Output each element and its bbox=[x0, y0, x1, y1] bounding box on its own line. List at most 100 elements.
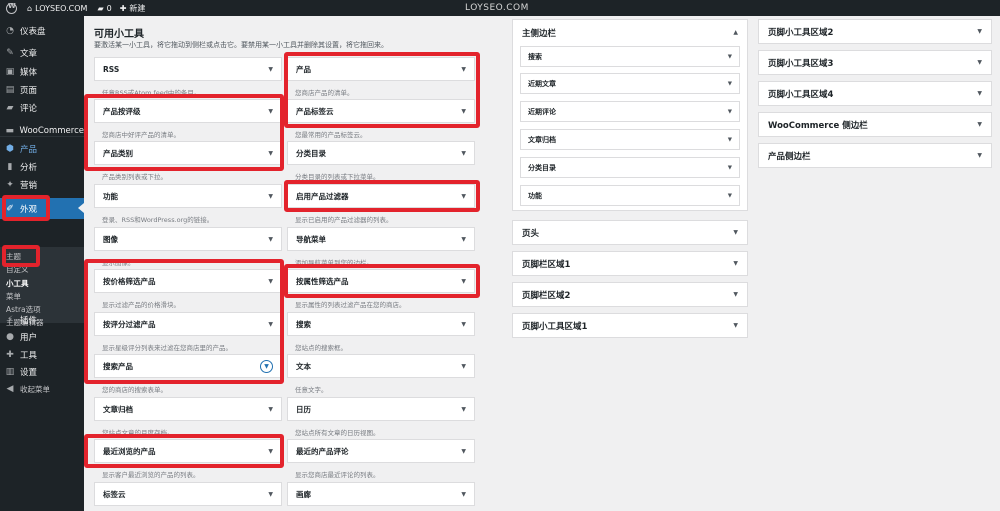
sidebar-item-users[interactable]: ● 用户 bbox=[0, 327, 84, 347]
widget-active-product-filters[interactable]: 启用产品过滤器 ▼ bbox=[287, 184, 475, 208]
widget-text[interactable]: 文本 ▼ bbox=[287, 354, 475, 378]
caret-down-icon: ▼ bbox=[268, 490, 273, 498]
caret-down-icon: ▼ bbox=[461, 362, 466, 370]
widget-title: 图像 bbox=[103, 234, 118, 244]
sidebar-item-pages[interactable]: ▤ 页面 bbox=[0, 80, 84, 100]
sidebar-item-label: 产品 bbox=[20, 145, 38, 155]
user-icon: ● bbox=[6, 332, 14, 342]
area-widget-recent-posts[interactable]: 近期文章 ▼ bbox=[520, 73, 740, 94]
caret-down-icon[interactable]: ▼ bbox=[260, 359, 273, 373]
caret-down-icon: ▼ bbox=[977, 121, 982, 128]
widget-filter-by-rating[interactable]: 按评分过滤产品 ▼ bbox=[94, 312, 282, 336]
widget-product-categories[interactable]: 产品类别 ▼ bbox=[94, 141, 282, 165]
sidebar-item-marketing[interactable]: ✦ 营销 bbox=[0, 175, 84, 195]
area-header[interactable]: 页头 ▼ bbox=[512, 220, 748, 245]
area-title: 页脚栏区域1 bbox=[522, 259, 571, 270]
caret-down-icon: ▼ bbox=[733, 260, 738, 267]
settings-icon: ▥ bbox=[5, 367, 15, 377]
area-footer-bar-2[interactable]: 页脚栏区域2 ▼ bbox=[512, 282, 748, 307]
caret-down-icon: ▼ bbox=[727, 108, 732, 115]
wp-logo-menu[interactable] bbox=[6, 2, 17, 14]
caret-down-icon: ▼ bbox=[268, 65, 273, 73]
widget-title: 导航菜单 bbox=[296, 234, 326, 244]
widget-product-search[interactable]: 搜索产品 ▼ bbox=[94, 354, 282, 378]
widget-description: 显示星级评分列表来过滤在您商店里的产品。 bbox=[102, 344, 232, 352]
widget-title: 搜索 bbox=[296, 319, 311, 329]
widget-recently-viewed-products[interactable]: 最近浏览的产品 ▼ bbox=[94, 439, 282, 463]
area-footer-widget-2[interactable]: 页脚小工具区域2 ▼ bbox=[758, 19, 992, 44]
area-footer-widget-3[interactable]: 页脚小工具区域3 ▼ bbox=[758, 50, 992, 75]
comments-link[interactable]: ▰ 0 bbox=[97, 4, 111, 13]
widget-categories[interactable]: 分类目录 ▼ bbox=[287, 141, 475, 165]
widget-title: RSS bbox=[103, 64, 120, 74]
widget-title: 最近浏览的产品 bbox=[103, 446, 156, 456]
widget-description: 任意文字。 bbox=[295, 386, 328, 394]
widget-description: 添加导航菜单到您的边栏。 bbox=[295, 259, 373, 267]
sidebar-item-dashboard[interactable]: ◔ 仪表盘 bbox=[0, 21, 84, 41]
widget-title: 最近的产品评论 bbox=[296, 446, 349, 456]
widget-title: 文章归档 bbox=[103, 404, 133, 414]
sidebar-item-comments[interactable]: ▰ 评论 bbox=[0, 98, 84, 118]
sidebar-item-label: 工具 bbox=[20, 351, 38, 361]
widget-calendar[interactable]: 日历 ▼ bbox=[287, 397, 475, 421]
sidebar-item-collapse[interactable]: ◀ 收起菜单 bbox=[0, 379, 84, 399]
new-content-link[interactable]: ✚ 新建 bbox=[120, 3, 146, 14]
area-widget-title: 近期评论 bbox=[528, 107, 556, 116]
sidebar-item-woocommerce[interactable]: ▬ WooCommerce bbox=[0, 121, 84, 141]
widget-search[interactable]: 搜索 ▼ bbox=[287, 312, 475, 336]
marketing-icon: ✦ bbox=[6, 180, 14, 190]
widget-product-tag-cloud[interactable]: 产品标签云 ▼ bbox=[287, 99, 475, 123]
widget-meta[interactable]: 功能 ▼ bbox=[94, 184, 282, 208]
caret-down-icon: ▼ bbox=[461, 65, 466, 73]
widget-description: 显示过滤产品的价格滑块。 bbox=[102, 301, 180, 309]
sidebar-item-appearance[interactable]: ✐ 外观 bbox=[0, 198, 84, 219]
area-widget-recent-comments[interactable]: 近期评论 ▼ bbox=[520, 101, 740, 122]
area-widget-categories[interactable]: 分类目录 ▼ bbox=[520, 157, 740, 178]
sidebar-item-products[interactable]: ⬢ 产品 bbox=[0, 139, 84, 159]
woo-icon: ▬ bbox=[5, 126, 15, 136]
widget-products-by-rating[interactable]: 产品按评级 ▼ bbox=[94, 99, 282, 123]
area-widget-title: 功能 bbox=[528, 191, 542, 200]
sidebar-item-posts[interactable]: ✎ 文章 bbox=[0, 43, 84, 63]
widget-description: 您站点文章的月度存档。 bbox=[102, 429, 174, 437]
widget-title: 分类目录 bbox=[296, 148, 326, 158]
widget-rss[interactable]: RSS ▼ bbox=[94, 57, 282, 81]
submenu-themes[interactable]: 主题 bbox=[6, 251, 21, 262]
site-name-link[interactable]: ⌂ LOYSEO.COM bbox=[27, 4, 87, 13]
area-footer-bar-1[interactable]: 页脚栏区域1 ▼ bbox=[512, 251, 748, 276]
area-widget-meta[interactable]: 功能 ▼ bbox=[520, 185, 740, 206]
area-widget-search[interactable]: 搜索 ▼ bbox=[520, 46, 740, 67]
submenu-customize[interactable]: 自定义 bbox=[6, 264, 29, 275]
widget-tag-cloud[interactable]: 标签云 ▼ bbox=[94, 482, 282, 506]
widget-filter-by-attribute[interactable]: 按属性筛选产品 ▼ bbox=[287, 269, 475, 293]
sidebar-item-label: 收起菜单 bbox=[20, 384, 50, 394]
main-sidebar-header[interactable]: 主侧边栏 ▲ bbox=[513, 20, 747, 45]
widget-title: 文本 bbox=[296, 361, 311, 371]
caret-down-icon: ▼ bbox=[727, 136, 732, 143]
area-footer-widget-1[interactable]: 页脚小工具区域1 ▼ bbox=[512, 313, 748, 338]
area-woocommerce-sidebar[interactable]: WooCommerce 侧边栏 ▼ bbox=[758, 112, 992, 137]
sidebar-item-label: 插件 bbox=[20, 316, 38, 326]
area-footer-widget-4[interactable]: 页脚小工具区域4 ▼ bbox=[758, 81, 992, 106]
widget-navigation-menu[interactable]: 导航菜单 ▼ bbox=[287, 227, 475, 251]
area-product-sidebar[interactable]: 产品侧边栏 ▼ bbox=[758, 143, 992, 168]
submenu-widgets[interactable]: 小工具 bbox=[6, 278, 29, 289]
widget-archives[interactable]: 文章归档 ▼ bbox=[94, 397, 282, 421]
caret-down-icon: ▼ bbox=[727, 192, 732, 199]
widget-filter-by-price[interactable]: 按价格筛选产品 ▼ bbox=[94, 269, 282, 293]
sidebar-item-label: 页面 bbox=[20, 86, 38, 96]
widget-recent-product-reviews[interactable]: 最近的产品评论 ▼ bbox=[287, 439, 475, 463]
area-widget-archives[interactable]: 文章归档 ▼ bbox=[520, 129, 740, 150]
comment-bubble-icon: ▰ bbox=[97, 3, 104, 13]
widget-title: 产品 bbox=[296, 64, 311, 74]
sidebar-item-media[interactable]: ▣ 媒体 bbox=[0, 62, 84, 82]
sidebar-item-analytics[interactable]: ▮ 分析 bbox=[0, 157, 84, 177]
area-widget-title: 文章归档 bbox=[528, 135, 556, 144]
widget-gallery[interactable]: 画廊 ▼ bbox=[287, 482, 475, 506]
caret-up-icon: ▲ bbox=[733, 29, 738, 36]
widget-image[interactable]: 图像 ▼ bbox=[94, 227, 282, 251]
widget-products[interactable]: 产品 ▼ bbox=[287, 57, 475, 81]
caret-down-icon: ▼ bbox=[977, 90, 982, 97]
caret-down-icon: ▼ bbox=[727, 164, 732, 171]
submenu-menus[interactable]: 菜单 bbox=[6, 291, 21, 302]
